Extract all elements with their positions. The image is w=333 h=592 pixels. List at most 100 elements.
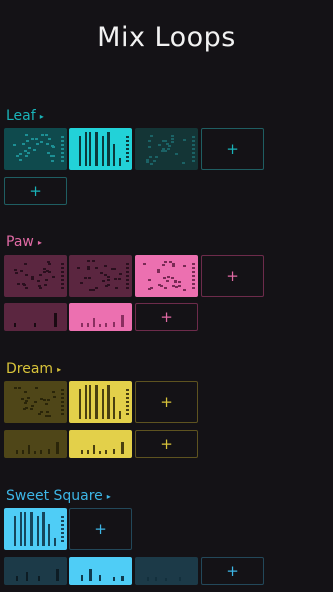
- beat-bar: [16, 576, 18, 581]
- note-dot: [182, 162, 186, 165]
- beat-bar: [81, 575, 83, 581]
- beat-bar: [81, 323, 83, 327]
- note-dot: [23, 149, 27, 152]
- beat-bar: [95, 385, 98, 419]
- plus-icon: +: [160, 435, 173, 453]
- note-dot: [30, 276, 34, 279]
- beat-bar: [56, 442, 59, 454]
- note-dot: [150, 134, 154, 137]
- note-dot: [170, 276, 174, 279]
- section-label-dream[interactable]: Dream ▸: [6, 361, 61, 377]
- note-dot: [80, 282, 84, 285]
- beat-bar: [24, 512, 26, 546]
- note-dot: [51, 391, 55, 394]
- note-dot: [35, 142, 39, 145]
- loop-tile[interactable]: [4, 381, 67, 423]
- loop-tile[interactable]: [4, 508, 67, 550]
- add-loop-button[interactable]: +: [201, 255, 264, 297]
- note-dot: [150, 287, 154, 290]
- note-dot: [13, 386, 17, 389]
- beat-bar: [105, 323, 107, 327]
- note-dot: [44, 284, 48, 287]
- note-dot: [162, 140, 166, 143]
- note-dot: [160, 149, 164, 152]
- section-name: Sweet Square: [6, 488, 103, 504]
- beat-bar: [26, 572, 28, 581]
- loop-tile[interactable]: [69, 557, 132, 585]
- loop-tile[interactable]: [4, 557, 67, 585]
- plus-icon: +: [29, 182, 42, 200]
- note-dot: [174, 152, 178, 155]
- loop-tile[interactable]: [69, 381, 132, 423]
- note-dot: [87, 277, 91, 280]
- loop-tile[interactable]: [135, 128, 198, 170]
- note-dot: [92, 260, 96, 263]
- note-dot: [178, 280, 182, 283]
- note-dot: [45, 143, 49, 146]
- add-loop-button[interactable]: +: [4, 177, 67, 205]
- level-meter: [126, 389, 129, 415]
- note-dot: [21, 142, 25, 145]
- section-name: Dream: [6, 361, 54, 377]
- loop-tile[interactable]: [69, 255, 132, 297]
- note-dot: [87, 260, 91, 263]
- plus-icon: +: [160, 308, 173, 326]
- note-dot: [92, 289, 96, 292]
- loop-tile[interactable]: [4, 255, 67, 297]
- note-dot: [44, 403, 48, 406]
- beat-bar: [99, 324, 101, 327]
- note-dot: [52, 275, 55, 278]
- beat-bar: [48, 524, 50, 546]
- beat-bar: [34, 451, 36, 454]
- note-dot: [16, 154, 20, 157]
- loop-tile[interactable]: [69, 128, 132, 170]
- note-dot: [24, 263, 28, 266]
- page-title: Mix Loops: [97, 22, 236, 53]
- add-loop-button[interactable]: +: [201, 128, 264, 170]
- add-loop-button[interactable]: +: [135, 430, 198, 458]
- loop-tile[interactable]: [135, 557, 198, 585]
- note-dot: [183, 138, 187, 141]
- add-loop-button[interactable]: +: [69, 508, 132, 550]
- add-loop-button[interactable]: +: [135, 381, 198, 423]
- note-dot: [27, 152, 31, 155]
- plus-icon: +: [160, 393, 173, 411]
- level-meter: [126, 263, 129, 289]
- note-dot: [48, 262, 52, 265]
- loop-tile[interactable]: [135, 255, 198, 297]
- note-dot: [52, 396, 56, 399]
- note-dot: [33, 148, 37, 151]
- note-dot: [16, 283, 20, 286]
- beat-bar: [113, 449, 115, 454]
- note-dot: [44, 279, 48, 282]
- beat-bar: [121, 442, 124, 454]
- note-dot: [168, 145, 172, 148]
- note-dot: [148, 146, 152, 149]
- section-label-leaf[interactable]: Leaf ▸: [6, 108, 44, 124]
- note-dot: [30, 407, 34, 410]
- note-dot: [31, 138, 35, 141]
- beat-bar: [89, 132, 91, 166]
- loop-tile[interactable]: [69, 303, 132, 331]
- beat-bar: [147, 577, 149, 581]
- beat-bar: [89, 569, 92, 581]
- add-loop-button[interactable]: +: [135, 303, 198, 331]
- beat-bar: [121, 315, 124, 327]
- section-label-sweet-square[interactable]: Sweet Square ▸: [6, 488, 111, 504]
- level-meter: [126, 136, 129, 162]
- section-label-paw[interactable]: Paw ▸: [6, 234, 42, 250]
- beat-bar: [42, 512, 45, 546]
- beat-bar: [14, 516, 16, 546]
- note-dot: [117, 277, 121, 280]
- note-dot: [38, 274, 42, 277]
- loop-tile[interactable]: [4, 303, 67, 331]
- loop-tile[interactable]: [4, 430, 67, 458]
- loop-tile[interactable]: [69, 430, 132, 458]
- loop-tile[interactable]: [4, 128, 67, 170]
- beat-bar: [85, 385, 87, 419]
- add-loop-button[interactable]: +: [201, 557, 264, 585]
- note-dot: [171, 137, 175, 140]
- note-dot: [159, 284, 163, 287]
- note-dot: [39, 140, 43, 143]
- note-dot: [19, 159, 23, 162]
